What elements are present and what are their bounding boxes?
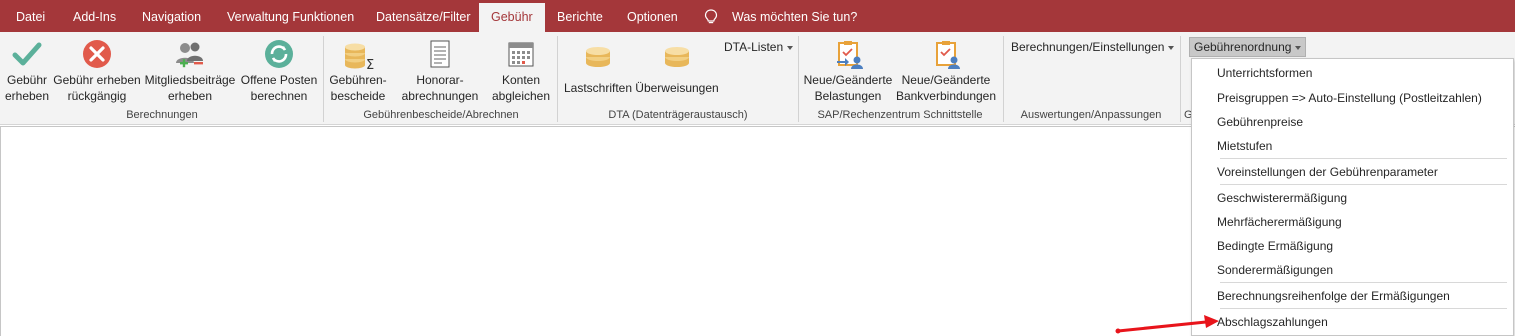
annotation-arrow-icon (1115, 315, 1219, 334)
